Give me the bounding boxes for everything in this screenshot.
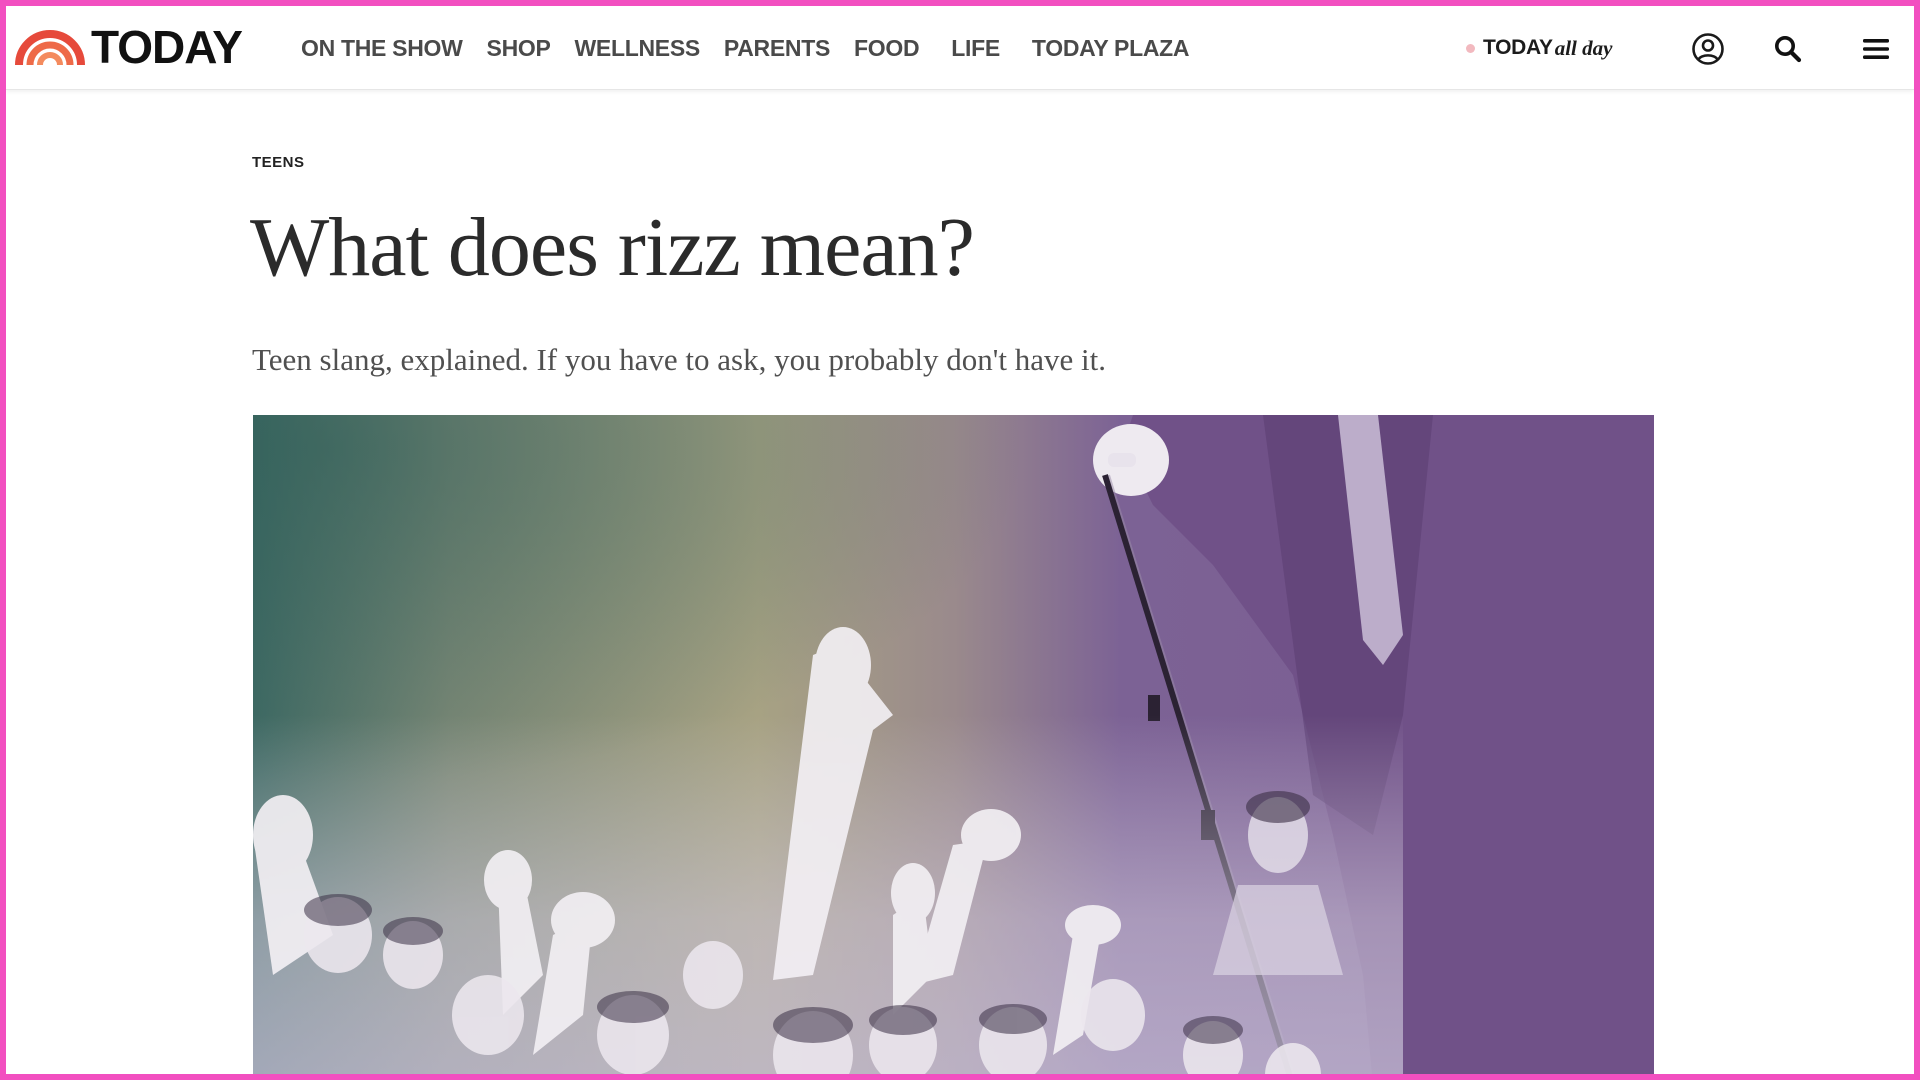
hamburger-menu-icon <box>1863 39 1889 59</box>
today-logo-link[interactable]: TODAY <box>15 21 243 73</box>
article-headline: What does rizz mean? <box>250 201 975 294</box>
today-sunrise-logo-icon <box>15 30 85 66</box>
nav-item-on-the-show[interactable]: ON THE SHOW <box>301 35 463 62</box>
menu-button[interactable] <box>1857 30 1895 68</box>
today-all-day-link[interactable]: TODAY all day <box>1466 32 1612 64</box>
nav-item-shop[interactable]: SHOP <box>487 35 551 62</box>
article-dek: Teen slang, explained. If you have to as… <box>252 342 1106 377</box>
logo-wordmark: TODAY <box>91 21 243 73</box>
section-label[interactable]: TEENS <box>252 154 305 171</box>
search-button[interactable] <box>1769 30 1807 68</box>
hero-image <box>253 415 1654 1074</box>
hero-image-illustration <box>253 415 1654 1074</box>
live-dot-icon <box>1466 43 1475 53</box>
top-navigation-bar: TODAY ON THE SHOW SHOP WELLNESS PARENTS … <box>6 6 1914 90</box>
all-day-brand: TODAY <box>1483 36 1553 59</box>
page-frame: TODAY ON THE SHOW SHOP WELLNESS PARENTS … <box>0 0 1920 1080</box>
user-circle-icon <box>1692 33 1724 65</box>
all-day-sub: all day <box>1554 35 1613 60</box>
nav-item-wellness[interactable]: WELLNESS <box>575 35 701 62</box>
nav-item-life[interactable]: LIFE <box>951 35 1000 62</box>
search-icon <box>1775 36 1802 63</box>
nav-item-food[interactable]: FOOD <box>854 35 920 62</box>
main-nav: ON THE SHOW SHOP WELLNESS PARENTS FOOD L… <box>301 6 1190 90</box>
account-button[interactable] <box>1689 30 1727 68</box>
nav-item-parents[interactable]: PARENTS <box>724 35 830 62</box>
nav-item-today-plaza[interactable]: TODAY PLAZA <box>1032 35 1190 62</box>
